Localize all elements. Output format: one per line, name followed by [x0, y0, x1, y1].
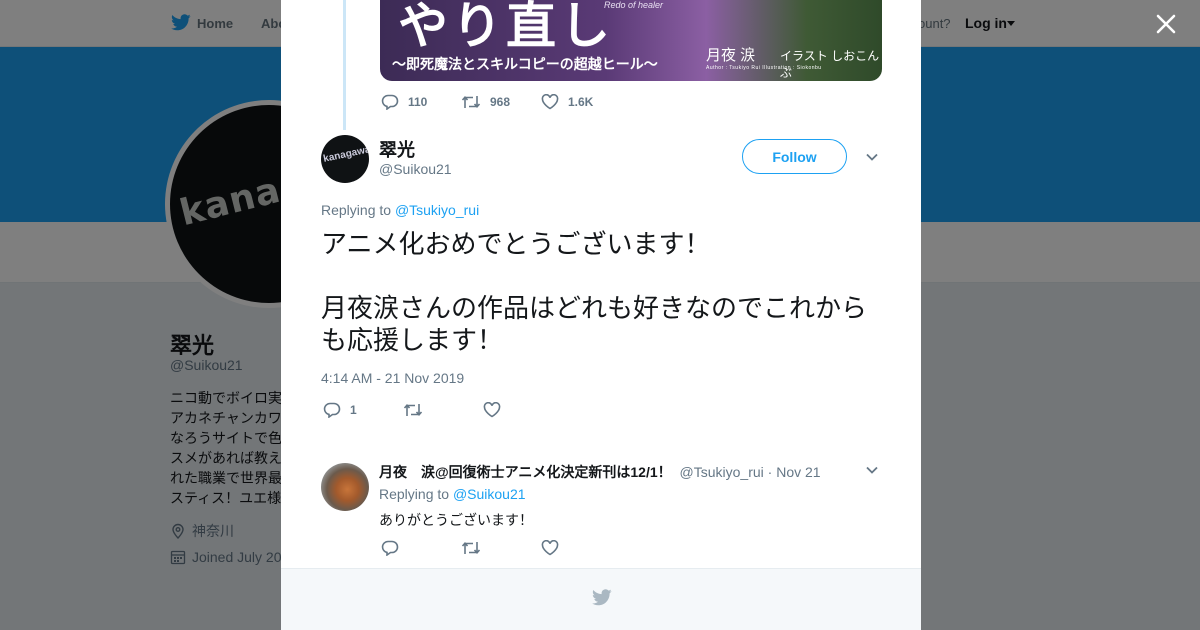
- retweet-button[interactable]: [403, 402, 483, 418]
- reply-button[interactable]: 110: [381, 94, 461, 110]
- retweet-button[interactable]: [461, 540, 541, 556]
- follow-button[interactable]: Follow: [742, 139, 847, 174]
- reply-icon: [381, 540, 399, 556]
- retweet-button[interactable]: 968: [461, 94, 541, 110]
- reply-tweet-handle[interactable]: @Tsukiyo_rui: [680, 464, 764, 480]
- retweet-icon: [461, 541, 481, 555]
- reply-icon: [323, 402, 341, 418]
- reply-tweet-replying: Replying to @Suikou21: [379, 486, 526, 502]
- reply-icon: [381, 94, 399, 110]
- like-button[interactable]: 1.6K: [541, 94, 593, 110]
- media-subtitle: Redo of healer: [604, 0, 664, 10]
- replying-handle-link[interactable]: @Suikou21: [453, 486, 526, 502]
- media-credits: Author : Tsukiyo Rui Illustration : Siok…: [706, 65, 822, 71]
- main-tweet-actions: 1: [323, 402, 501, 418]
- like-count: 1.6K: [568, 95, 594, 109]
- reply-tweet-text: ありがとうございます！: [379, 512, 533, 528]
- replying-handle-link[interactable]: @Tsukiyo_rui: [395, 202, 479, 218]
- twitter-bird-icon[interactable]: [592, 589, 612, 606]
- reply-tweet-actions: [381, 540, 559, 556]
- main-tweet-replying: Replying to @Tsukiyo_rui: [321, 202, 479, 218]
- like-icon: [483, 402, 501, 418]
- reply-tweet-name[interactable]: 月夜 涙@回復術士アニメ化決定新刊は12/1！: [379, 464, 672, 480]
- tweet-media-image[interactable]: やり直し Redo of healer 〜即死魔法とスキルコピーの超越ヒール〜 …: [380, 0, 882, 81]
- replying-label: Replying to: [379, 486, 450, 502]
- chevron-down-icon[interactable]: [865, 463, 879, 477]
- chevron-down-icon[interactable]: [865, 150, 879, 164]
- like-button[interactable]: [541, 540, 559, 556]
- reply-tweet-avatar[interactable]: [321, 463, 369, 511]
- main-tweet-text: アニメ化おめでとうございます！ 月夜涙さんの作品はどれも好きなのでこれからも応援…: [321, 229, 868, 355]
- main-tweet-handle[interactable]: @Suikou21: [379, 161, 452, 177]
- like-icon: [541, 94, 559, 110]
- media-title: やり直し: [398, 0, 614, 55]
- parent-tweet-actions: 110 968 1.6K: [381, 94, 593, 110]
- main-tweet-avatar[interactable]: kanagawa: [321, 135, 369, 183]
- reply-tweet-date[interactable]: · Nov 21: [768, 464, 821, 480]
- reply-count: 1: [350, 403, 357, 417]
- reply-button[interactable]: 1: [323, 402, 403, 418]
- retweet-icon: [403, 403, 423, 417]
- close-icon[interactable]: [1154, 12, 1178, 36]
- media-tagline: 〜即死魔法とスキルコピーの超越ヒール〜: [392, 56, 658, 72]
- reply-tweet-header: 月夜 涙@回復術士アニメ化決定新刊は12/1！ @Tsukiyo_rui · N…: [379, 462, 821, 482]
- main-tweet-name[interactable]: 翠光: [379, 136, 415, 162]
- thread-connector: [343, 0, 346, 130]
- retweet-count: 968: [490, 95, 511, 109]
- reply-button[interactable]: [381, 540, 461, 556]
- modal-footer: [281, 568, 921, 630]
- reply-count: 110: [408, 95, 428, 109]
- media-illustrator: イラスト しおこんぶ: [780, 49, 880, 80]
- like-button[interactable]: [483, 402, 501, 418]
- like-icon: [541, 540, 559, 556]
- replying-label: Replying to: [321, 202, 392, 218]
- main-tweet-timestamp[interactable]: 4:14 AM - 21 Nov 2019: [321, 370, 464, 386]
- retweet-icon: [461, 95, 481, 109]
- tweet-modal: やり直し Redo of healer 〜即死魔法とスキルコピーの超越ヒール〜 …: [281, 0, 921, 630]
- media-author: 月夜 涙: [706, 47, 756, 64]
